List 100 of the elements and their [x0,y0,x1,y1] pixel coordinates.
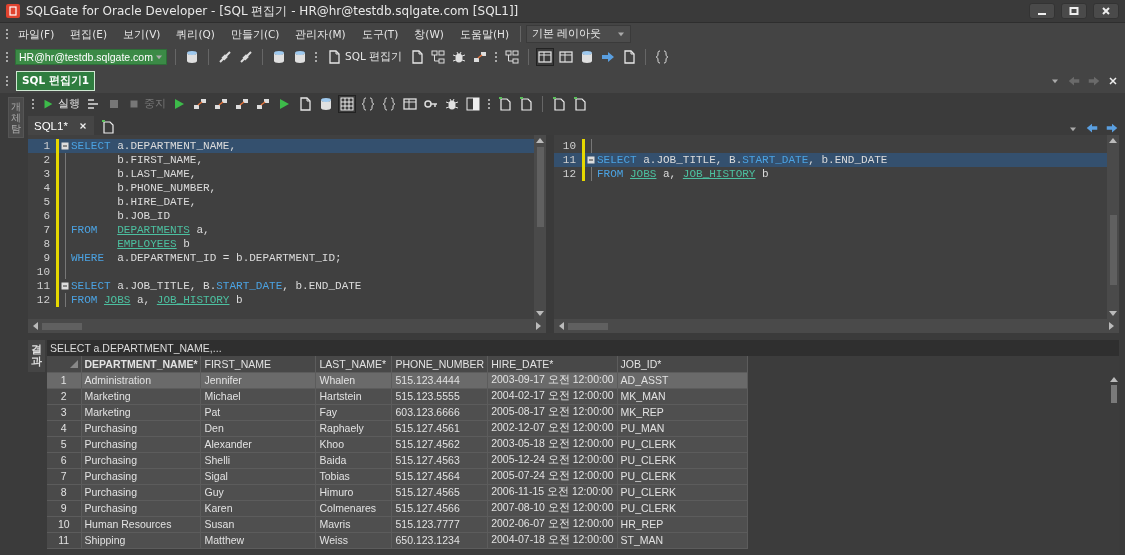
line-number: 2 [42,154,51,166]
close-button[interactable] [1093,3,1119,19]
query-label: SELECT a.DEPARTMENT_NAME,... [47,340,1119,356]
database-icon[interactable] [184,49,200,65]
code-line: SELECT a.JOB_TITLE, B.START_DATE, b.END_DATE [597,154,888,166]
document-icon[interactable] [297,96,313,112]
column-header[interactable]: LAST_NAME* [316,356,392,372]
vertical-scrollbar[interactable] [534,135,546,319]
vertical-scrollbar[interactable] [1107,135,1119,319]
nodes-icon[interactable] [192,96,208,112]
new-document-icon[interactable] [572,96,588,112]
menu-item[interactable]: 보기(V) [115,25,169,43]
bug-icon[interactable] [451,49,468,65]
grip-icon[interactable] [30,97,36,111]
grip-icon[interactable] [313,50,319,64]
document-icon[interactable] [409,49,426,65]
menu-item[interactable]: 관리자(M) [287,25,354,43]
new-document-icon[interactable] [99,119,116,135]
grip-icon[interactable] [4,74,10,88]
nodes-icon[interactable] [255,96,271,112]
document-icon[interactable] [621,49,638,65]
diagram-icon[interactable] [504,49,521,65]
scroll-right-icon[interactable] [536,322,542,330]
scroll-left-icon[interactable] [558,322,564,330]
document-tab[interactable]: SQL1* [28,116,94,135]
close-icon[interactable] [1107,75,1119,87]
panel-icon[interactable] [465,96,481,112]
fold-icon[interactable] [61,282,69,290]
line-number: 7 [42,224,51,236]
horizontal-scrollbar[interactable] [554,319,1119,333]
grip-icon[interactable] [493,50,500,64]
nodes-icon[interactable] [213,96,229,112]
bug-icon[interactable] [444,96,460,112]
plug-icon[interactable] [217,49,233,65]
scroll-down-icon[interactable] [1109,311,1117,317]
code-line: b.PHONE_NUMBER, [116,182,217,194]
run-button[interactable]: 실행 [41,97,80,111]
grid-icon[interactable] [339,96,355,112]
grip-icon[interactable] [4,50,10,64]
scroll-left-icon[interactable] [32,322,38,330]
code-line: FROM DEPARTMENTS a, [71,224,210,236]
scroll-up-icon[interactable] [1110,376,1118,382]
horizontal-scrollbar[interactable] [28,319,546,333]
menu-item[interactable]: 편집(E) [62,25,116,43]
lines-icon[interactable] [85,96,101,112]
scroll-down-icon[interactable] [536,311,544,317]
menu-item[interactable]: 만들기(C) [222,25,288,43]
new-document-icon[interactable] [551,96,567,112]
column-header[interactable]: HIRE_DATE* [487,356,618,372]
menu-item[interactable]: 도구(T) [353,25,407,43]
back-icon[interactable] [1085,121,1099,135]
line-number: 8 [42,238,51,250]
scroll-right-icon[interactable] [1109,322,1115,330]
layout-icon[interactable] [402,96,418,112]
minimize-button[interactable] [1029,3,1055,19]
close-icon [1101,6,1111,16]
grip-icon[interactable] [486,97,492,111]
column-header[interactable]: DEPARTMENT_NAME* [81,356,201,372]
editor-tab[interactable]: SQL 편집기1 [16,71,96,91]
code-line: FROM JOBS a, JOB_HISTORY b [71,294,243,306]
menu-item[interactable]: 파일(F) [10,25,63,43]
diagram-icon[interactable] [430,49,447,65]
connection-dropdown[interactable]: HR@hr@testdb.sqlgate.com [15,49,167,65]
layout-icon[interactable] [558,49,575,65]
scroll-up-icon[interactable] [1109,137,1117,143]
brace-icon[interactable] [381,96,397,112]
sql-editor-button[interactable]: SQL 편집기 [324,48,405,66]
database-icon[interactable] [292,49,308,65]
maximize-button[interactable] [1061,3,1087,19]
scroll-thumb[interactable] [1111,385,1117,403]
line-number: 3 [42,168,51,180]
plug-icon[interactable] [238,49,254,65]
new-document-icon[interactable] [497,96,513,112]
brace-icon[interactable] [360,96,376,112]
column-header[interactable]: PHONE_NUMBER [392,356,488,372]
menu-item[interactable]: 쿼리(Q) [168,25,223,43]
side-panel-tab[interactable]: 개체 탐 [8,97,24,138]
sort-icon[interactable] [69,359,78,368]
forward-icon[interactable] [1105,121,1119,135]
nodes-icon[interactable] [234,96,250,112]
layout-dropdown[interactable]: 기본 레이아웃 [526,25,631,43]
brace-icon[interactable] [654,49,671,65]
menu-item[interactable]: 도움말(H) [451,25,517,43]
menu-item[interactable]: 창(W) [406,25,452,43]
nodes-icon[interactable] [472,49,489,65]
new-document-icon[interactable] [518,96,534,112]
database-icon[interactable] [271,49,287,65]
column-header[interactable]: FIRST_NAME [201,356,316,372]
results-panel-tab[interactable]: 결과 [28,340,45,373]
column-header[interactable]: JOB_ID* [617,356,748,372]
scroll-up-icon[interactable] [536,137,544,143]
layout-icon[interactable] [537,49,554,65]
code-line: FROM JOBS a, JOB_HISTORY b [597,168,769,180]
line-number: 10 [35,266,51,278]
fold-icon[interactable] [61,142,69,150]
grip-icon[interactable] [4,27,10,41]
window-title: SQLGate for Oracle Developer - [SQL 편집기 - HR@hr@testdb.sqlgate.com [SQL1]] [26,2,519,20]
fold-icon[interactable] [587,156,595,164]
database-icon[interactable] [318,96,334,112]
close-icon[interactable] [77,120,88,131]
